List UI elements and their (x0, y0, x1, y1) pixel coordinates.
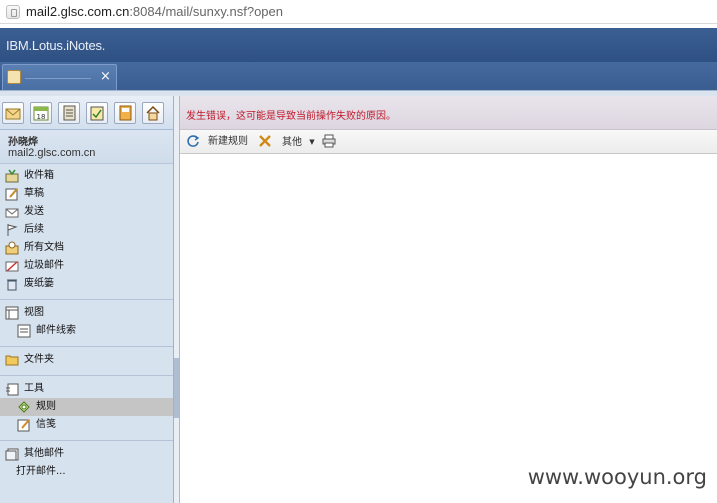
other-menu-button[interactable]: 其他 ▼ (282, 134, 315, 150)
user-email: mail2.glsc.com.cn (8, 147, 96, 159)
tab-title-blank (25, 78, 91, 79)
nav-all-documents[interactable]: 所有文档 (0, 239, 173, 257)
all-documents-icon (5, 241, 19, 255)
contacts-icon[interactable] (58, 102, 80, 124)
app-switcher-toolbar: 18 (0, 96, 173, 130)
nav-sent[interactable]: 发送 (0, 203, 173, 221)
nav-trash[interactable]: 废纸篓 (0, 275, 173, 293)
calendar-day: 18 (37, 113, 46, 121)
divider (0, 375, 173, 376)
nav-label: 视图 (24, 307, 44, 318)
todo-icon[interactable] (86, 102, 108, 124)
sent-icon (5, 205, 19, 219)
refresh-icon (186, 134, 200, 148)
nav-label: 规则 (36, 401, 56, 412)
splitter-grip[interactable] (174, 358, 179, 418)
nav-label: 打开邮件... (16, 466, 66, 477)
nav-inbox[interactable]: 收件箱 (0, 167, 173, 185)
followup-icon (5, 223, 19, 237)
nav-folders[interactable]: 文件夹 (0, 351, 173, 369)
other-mail-icon (5, 447, 19, 461)
error-message: 发生错误，这可能是导致当前操作失败的原因。 (186, 111, 396, 122)
nav-label: 工具 (24, 383, 44, 394)
nav-drafts[interactable]: 草稿 (0, 185, 173, 203)
delete-button[interactable] (258, 134, 278, 150)
thread-icon (17, 324, 31, 338)
print-button[interactable] (322, 134, 342, 150)
error-bar: 发生错误，这可能是导致当前操作失败的原因。 (180, 96, 717, 130)
user-info: 孙晓烨 mail2.glsc.com.cn (0, 130, 173, 164)
nav-label: 垃圾邮件 (24, 260, 64, 271)
app-brand: IBM.Lotus.iNotes. (6, 38, 106, 53)
nav-label: 草稿 (24, 188, 44, 199)
mail-tab-icon (7, 70, 21, 84)
address-bar[interactable]: mail2.glsc.com.cn:8084/mail/sunxy.nsf?op… (0, 0, 717, 24)
nav-label: 所有文档 (24, 242, 64, 253)
folder-icon (5, 353, 19, 367)
mail-icon[interactable] (2, 102, 24, 124)
content-area (180, 154, 717, 503)
delete-x-icon (258, 134, 272, 148)
url-text[interactable]: mail2.glsc.com.cn:8084/mail/sunxy.nsf?op… (26, 4, 283, 19)
mail-nav: 收件箱 草稿 发送 后续 所有文档 垃圾邮件 废纸篓 视图 邮件线索 文件夹 工… (0, 164, 173, 481)
views-icon (5, 306, 19, 320)
url-path: :8084/mail/sunxy.nsf?open (129, 4, 284, 19)
tab-mail[interactable]: × (2, 64, 117, 90)
lock-icon (6, 5, 20, 19)
user-name: 孙晓烨 (8, 137, 38, 148)
nav-label: 后续 (24, 224, 44, 235)
app-header: IBM.Lotus.iNotes. (0, 28, 717, 62)
home-icon[interactable] (142, 102, 164, 124)
watermark: www.wooyun.org (527, 465, 707, 489)
dropdown-arrow-icon: ▼ (309, 138, 315, 146)
divider (0, 299, 173, 300)
tools-icon (5, 382, 19, 396)
tab-bar: × (0, 62, 717, 90)
new-rule-button[interactable]: 新建规则 (208, 134, 248, 150)
stationery-icon (17, 418, 31, 432)
url-host: mail2.glsc.com.cn (26, 4, 130, 19)
nav-threads[interactable]: 邮件线索 (0, 322, 173, 340)
divider (0, 440, 173, 441)
sidebar: 18 孙晓烨 mail2.glsc.com.cn 收件箱 草稿 发送 后续 所有… (0, 96, 174, 503)
nav-label: 其他邮件 (24, 448, 64, 459)
nav-label: 邮件线索 (36, 325, 76, 336)
nav-followup[interactable]: 后续 (0, 221, 173, 239)
nav-label: 发送 (24, 206, 44, 217)
trash-icon (5, 277, 19, 291)
nav-label: 收件箱 (24, 170, 54, 181)
action-bar: 新建规则 其他 ▼ (180, 130, 717, 154)
calendar-icon[interactable]: 18 (30, 102, 52, 124)
nav-label: 文件夹 (24, 354, 54, 365)
nav-junk[interactable]: 垃圾邮件 (0, 257, 173, 275)
nav-views[interactable]: 视图 (0, 304, 173, 322)
junk-icon (5, 259, 19, 273)
nav-stationery[interactable]: 信笺 (0, 416, 173, 434)
nav-tools[interactable]: 工具 (0, 380, 173, 398)
nav-label: 废纸篓 (24, 278, 54, 289)
inbox-icon (5, 169, 19, 183)
divider (0, 346, 173, 347)
nav-label: 信笺 (36, 419, 56, 430)
main-pane: 发生错误，这可能是导致当前操作失败的原因。 新建规则 其他 ▼ (180, 96, 717, 503)
notebook-icon[interactable] (114, 102, 136, 124)
print-icon (322, 134, 336, 148)
other-label: 其他 (282, 137, 302, 148)
refresh-button[interactable] (186, 134, 206, 150)
nav-rules[interactable]: 规则 (0, 398, 173, 416)
nav-open-mail[interactable]: 打开邮件... (0, 463, 173, 481)
rules-icon (17, 400, 31, 414)
close-icon[interactable]: × (100, 69, 111, 85)
nav-other-mail[interactable]: 其他邮件 (0, 445, 173, 463)
drafts-icon (5, 187, 19, 201)
